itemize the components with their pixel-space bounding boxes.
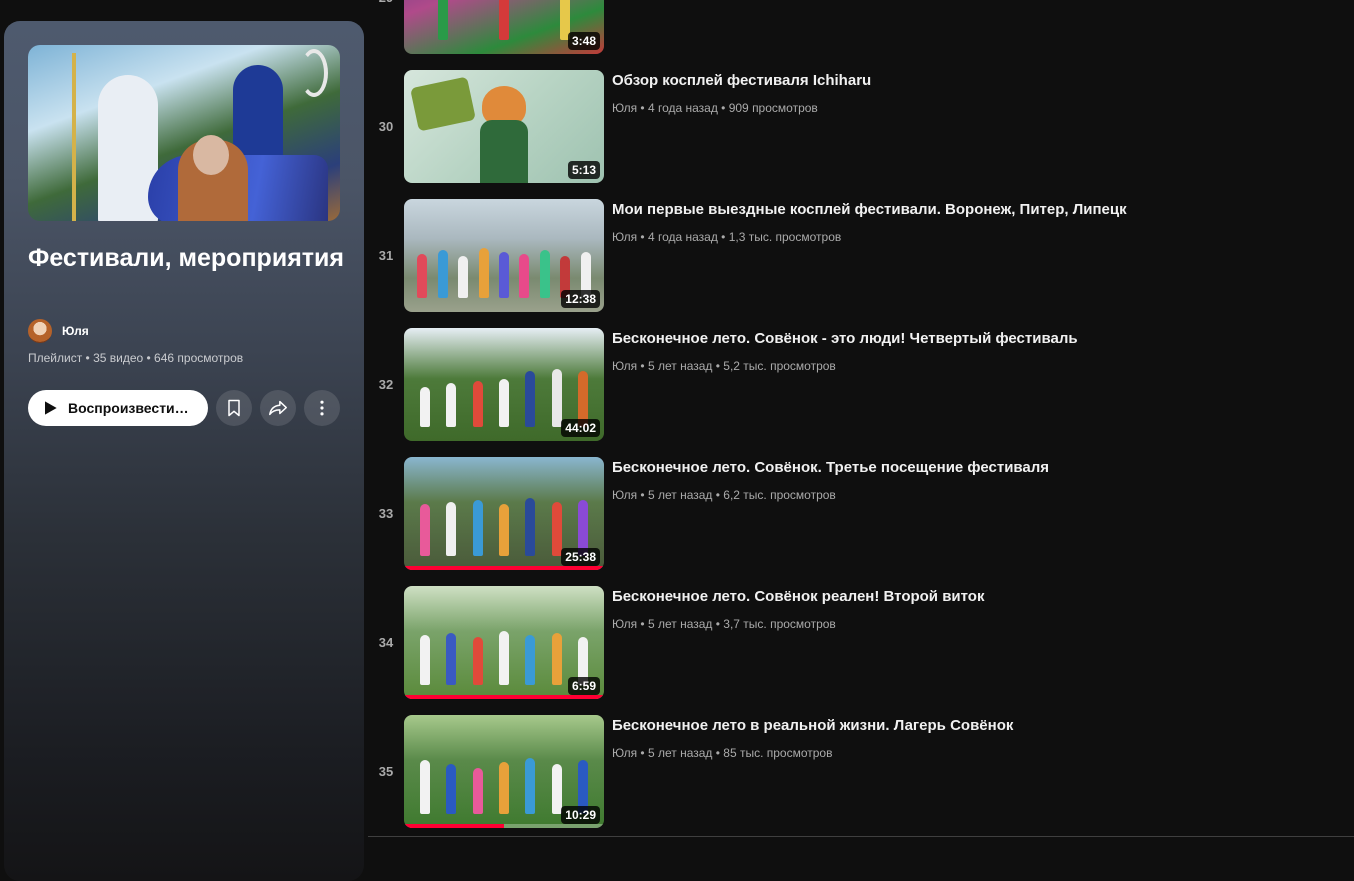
video-title[interactable]: Бесконечное лето. Совёнок. Третье посеще… bbox=[612, 459, 1049, 476]
video-thumbnail[interactable]: 6:59 bbox=[404, 586, 604, 699]
video-thumbnail[interactable]: 25:38 bbox=[404, 457, 604, 570]
list-item[interactable]: 34 6:59 Бесконечное лето. Совёнок реален… bbox=[368, 586, 1348, 699]
video-duration: 44:02 bbox=[561, 419, 600, 437]
watch-progress-bar bbox=[404, 695, 604, 699]
video-meta: Юля • 4 года назад • 909 просмотров bbox=[612, 101, 818, 115]
video-duration: 12:38 bbox=[561, 290, 600, 308]
video-title[interactable]: Мои первые выездные косплей фестивали. В… bbox=[612, 201, 1127, 218]
video-title[interactable]: Бесконечное лето в реальной жизни. Лагер… bbox=[612, 717, 1013, 734]
video-duration: 6:59 bbox=[567, 677, 600, 695]
video-meta: Юля • 5 лет назад • 5,2 тыс. просмотров bbox=[612, 359, 836, 373]
video-duration: 25:38 bbox=[561, 548, 600, 566]
video-duration: 5:13 bbox=[567, 161, 600, 179]
playlist-cover-image[interactable] bbox=[28, 45, 340, 221]
playlist-title: Фестивали, мероприятия bbox=[28, 244, 344, 272]
playlist-video-list: 29 3:48 30 5:13 Обзор косплей фестиваля … bbox=[368, 0, 1354, 863]
video-duration: 3:48 bbox=[567, 32, 600, 50]
list-item[interactable]: 30 5:13 Обзор косплей фестиваля Ichiharu… bbox=[368, 70, 1348, 183]
video-index: 31 bbox=[378, 248, 394, 263]
avatar[interactable] bbox=[28, 319, 52, 343]
play-icon bbox=[45, 401, 57, 415]
video-index: 33 bbox=[378, 506, 394, 521]
list-bottom-divider bbox=[368, 836, 1354, 837]
play-all-label: Воспроизвести все bbox=[68, 400, 192, 416]
list-item[interactable]: 31 12:38 Мои первые выездные косплей фес… bbox=[368, 199, 1348, 312]
watch-progress-bar bbox=[404, 824, 604, 828]
playlist-actions: Воспроизвести все bbox=[28, 390, 340, 426]
video-title[interactable]: Бесконечное лето. Совёнок реален! Второй… bbox=[612, 588, 984, 605]
list-item[interactable]: 35 10:29 Бесконечное лето в реальной жиз… bbox=[368, 715, 1348, 828]
video-thumbnail[interactable]: 10:29 bbox=[404, 715, 604, 828]
video-index: 30 bbox=[378, 119, 394, 134]
video-index: 35 bbox=[378, 764, 394, 779]
video-index: 34 bbox=[378, 635, 394, 650]
video-thumbnail[interactable]: 5:13 bbox=[404, 70, 604, 183]
video-index: 32 bbox=[378, 377, 394, 392]
video-thumbnail[interactable]: 12:38 bbox=[404, 199, 604, 312]
watch-progress-bar bbox=[404, 566, 604, 570]
more-vertical-icon bbox=[320, 400, 324, 416]
save-playlist-button[interactable] bbox=[216, 390, 252, 426]
video-meta: Юля • 5 лет назад • 3,7 тыс. просмотров bbox=[612, 617, 836, 631]
list-item[interactable]: 32 44:02 Бесконечное лето. Совёнок - это… bbox=[368, 328, 1348, 441]
playlist-owner[interactable]: Юля bbox=[28, 319, 89, 343]
list-item[interactable]: 29 3:48 bbox=[368, 0, 1348, 54]
video-title[interactable]: Обзор косплей фестиваля Ichiharu bbox=[612, 72, 871, 89]
share-icon bbox=[269, 400, 287, 416]
video-title[interactable]: Бесконечное лето. Совёнок - это люди! Че… bbox=[612, 330, 1078, 347]
share-button[interactable] bbox=[260, 390, 296, 426]
bookmark-icon bbox=[228, 399, 240, 417]
playlist-meta: Плейлист • 35 видео • 646 просмотров bbox=[28, 351, 244, 365]
video-meta: Юля • 5 лет назад • 6,2 тыс. просмотров bbox=[612, 488, 836, 502]
play-all-button[interactable]: Воспроизвести все bbox=[28, 390, 208, 426]
list-item[interactable]: 33 25:38 Бесконечное лето. Совёнок. Трет… bbox=[368, 457, 1348, 570]
owner-name[interactable]: Юля bbox=[62, 324, 89, 338]
video-thumbnail[interactable]: 3:48 bbox=[404, 0, 604, 54]
more-options-button[interactable] bbox=[304, 390, 340, 426]
video-meta: Юля • 4 года назад • 1,3 тыс. просмотров bbox=[612, 230, 842, 244]
playlist-header-panel: Фестивали, мероприятия Юля Плейлист • 35… bbox=[4, 21, 364, 881]
video-duration: 10:29 bbox=[561, 806, 600, 824]
video-index: 29 bbox=[368, 0, 404, 54]
video-meta: Юля • 5 лет назад • 85 тыс. просмотров bbox=[612, 746, 833, 760]
video-thumbnail[interactable]: 44:02 bbox=[404, 328, 604, 441]
